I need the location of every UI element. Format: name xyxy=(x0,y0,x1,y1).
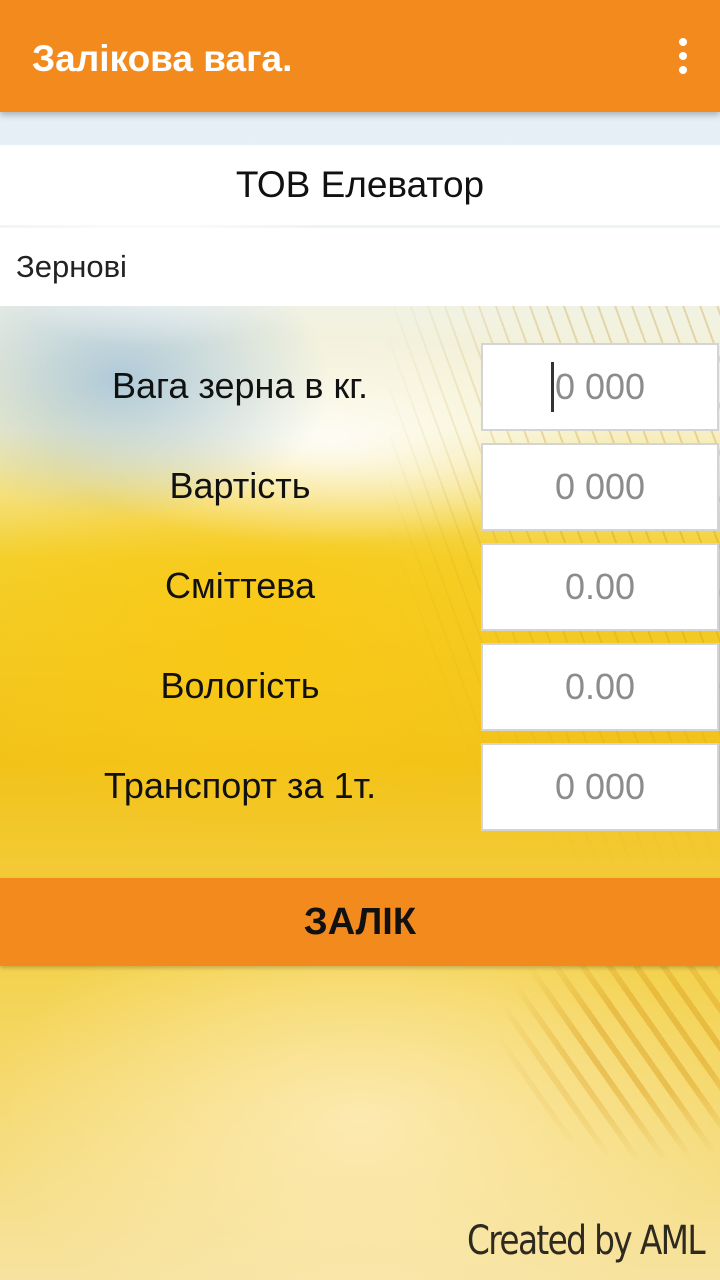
text-cursor xyxy=(551,362,554,412)
app-bar: Залікова вага. xyxy=(0,0,720,112)
more-vert-icon[interactable] xyxy=(676,38,690,74)
grain-weight-input[interactable] xyxy=(481,343,719,431)
impurity-input[interactable] xyxy=(481,543,719,631)
impurity-label: Сміттева xyxy=(164,565,316,606)
company-selector[interactable]: ТОВ Елеватор xyxy=(0,145,720,225)
menu-dot xyxy=(679,66,687,74)
category-selector[interactable]: Зернові xyxy=(0,228,720,306)
grain-weight-label: Вага зерна в кг. xyxy=(111,365,369,406)
transport-label: Транспорт за 1т. xyxy=(103,765,377,806)
menu-dot xyxy=(679,38,687,46)
price-input[interactable] xyxy=(481,443,719,531)
moisture-input[interactable] xyxy=(481,643,719,731)
app-title: Залікова вага. xyxy=(32,38,293,79)
menu-dot xyxy=(679,52,687,60)
calculate-button[interactable]: ЗАЛІК xyxy=(0,878,720,966)
transport-input[interactable] xyxy=(481,743,719,831)
wheat-ear-decoration xyxy=(500,960,720,1160)
moisture-label: Вологість xyxy=(160,665,320,706)
credit-text: Created by AML xyxy=(467,1218,706,1264)
price-label: Вартість xyxy=(169,465,311,506)
